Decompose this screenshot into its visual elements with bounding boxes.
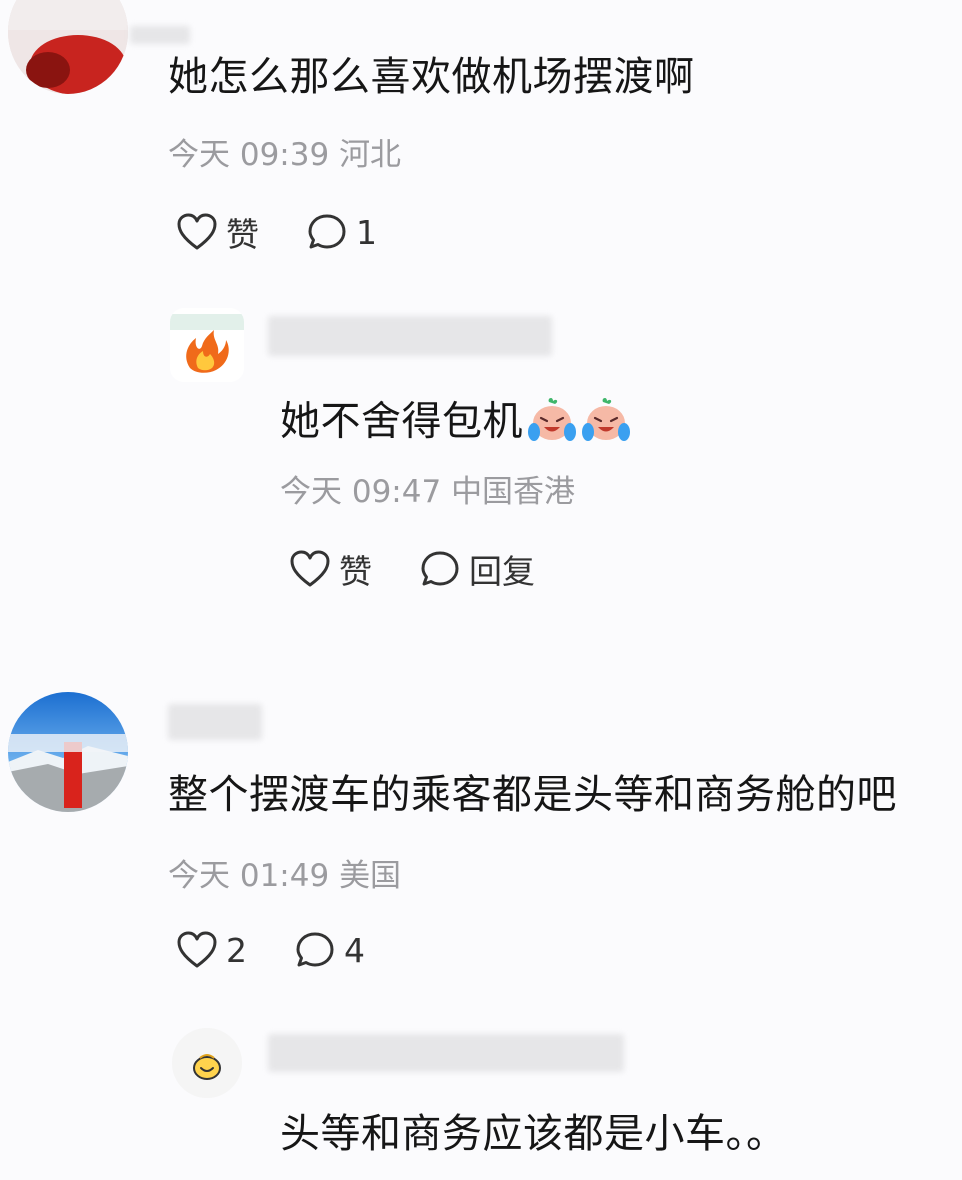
avatar[interactable] [8, 692, 128, 812]
timestamp: 今天 09:47 [280, 474, 442, 510]
reply-button[interactable]: 4 [294, 928, 365, 972]
flame-avatar-icon [170, 308, 244, 382]
blurred-username [268, 316, 552, 356]
reply-text: 她不舍得包机 [280, 396, 631, 451]
crying-laughing-face-icon [581, 396, 631, 451]
blurred-username [168, 704, 262, 740]
reply-text: 头等和商务应该都是小车。。 [280, 1111, 787, 1157]
comment-text: 她怎么那么喜欢做机场摆渡啊 [168, 54, 695, 100]
timestamp: 今天 09:39 [168, 137, 330, 173]
like-button[interactable]: 赞 [289, 547, 372, 591]
heart-icon [177, 931, 217, 968]
comment-bubble-icon [308, 214, 346, 249]
timestamp: 今天 01:49 [168, 858, 330, 894]
reply-text-content: 她不舍得包机 [280, 398, 523, 445]
like-label: 赞 [226, 215, 259, 254]
photo-avatar-icon [8, 0, 128, 94]
reply-meta: 今天 09:47 中国香港 [280, 477, 575, 508]
sky-photo-avatar-icon [8, 692, 128, 812]
comment-meta: 今天 01:49 美国 [168, 861, 401, 892]
heart-icon [177, 213, 217, 250]
avatar[interactable] [172, 1028, 242, 1098]
like-count: 2 [226, 930, 247, 970]
location: 河北 [339, 137, 402, 173]
blurred-username [130, 26, 190, 44]
reply-count: 4 [344, 930, 365, 970]
comment-bubble-icon [296, 932, 334, 967]
crying-laughing-face-icon [527, 396, 577, 451]
heart-icon [290, 550, 330, 587]
avatar[interactable] [170, 308, 244, 382]
like-button[interactable]: 赞 [176, 210, 259, 254]
comment-meta: 今天 09:39 河北 [168, 140, 401, 171]
comment-bubble-icon [421, 551, 459, 586]
like-label: 赞 [339, 552, 372, 591]
avatar[interactable] [8, 0, 128, 94]
comment-text: 整个摆渡车的乘客都是头等和商务舱的吧 [168, 772, 897, 818]
reply-label: 回复 [469, 552, 535, 591]
like-button[interactable]: 2 [176, 928, 247, 972]
location: 美国 [339, 858, 402, 894]
reply-button[interactable]: 回复 [419, 547, 535, 591]
sticker-avatar-icon [172, 1028, 242, 1098]
blurred-username [268, 1034, 624, 1072]
reply-count: 1 [356, 212, 377, 252]
reply-button[interactable]: 1 [306, 210, 377, 254]
location: 中国香港 [451, 474, 576, 510]
